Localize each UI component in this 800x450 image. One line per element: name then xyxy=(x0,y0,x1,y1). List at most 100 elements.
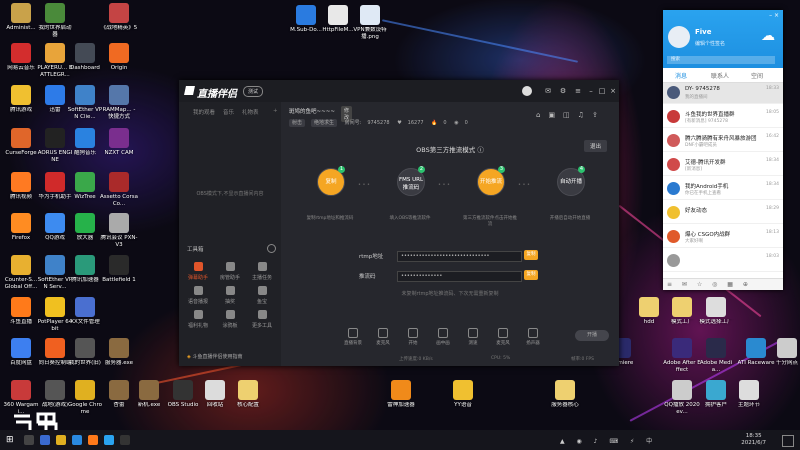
explorer-icon[interactable] xyxy=(56,435,66,445)
rtmp-field[interactable]: •••••••••••••••••••••••••••••• xyxy=(397,251,522,262)
notice-bar[interactable]: ◈ 斗鱼直播伴侣使用指南 xyxy=(187,353,277,360)
footer-icons[interactable]: ≡ ✉ ☆ ◎ ▦ ⊕ xyxy=(667,281,752,288)
add-tab-icon[interactable]: + xyxy=(273,108,278,114)
tool-item[interactable]: 弹幕助手 xyxy=(183,262,213,281)
bottom-tool[interactable]: 麦克风 xyxy=(371,328,395,346)
tray-icons[interactable]: ▲ ◉ ♪ ⌨ ⚡ 中 xyxy=(560,436,657,445)
desktop-icon[interactable]: 腾讯加速器 xyxy=(66,255,104,284)
tool-item[interactable]: 主播任务 xyxy=(247,262,277,281)
room-action-icons[interactable]: ⌂▣◫♫⇪ xyxy=(536,111,606,119)
bottom-tool[interactable]: 麦克风 xyxy=(491,328,515,346)
desktop-icon[interactable]: 腾讯游戏 xyxy=(2,85,40,114)
desktop-icon[interactable]: Adobe Media... xyxy=(697,338,735,373)
desktop-icon[interactable]: Origin xyxy=(100,43,138,72)
window-controls[interactable]: – × xyxy=(769,12,779,19)
desktop-icon[interactable]: 服务器.exe xyxy=(100,338,138,367)
chat-list-item[interactable]: 我的Android手机 你已在手机上查看 18:34 xyxy=(663,179,783,200)
bottom-tool[interactable]: 直播背景 xyxy=(341,328,365,346)
desktop-icon[interactable]: Administ... xyxy=(2,3,40,32)
desktop-icon[interactable]: XX文件管理 xyxy=(66,297,104,326)
desktop-icon[interactable]: 模式工厂 xyxy=(663,297,701,326)
desktop-icon[interactable]: Firefox xyxy=(2,213,40,242)
desktop-icon[interactable]: 我的世界启动器 xyxy=(36,3,74,38)
desktop-icon[interactable]: 模式选择工厂 xyxy=(697,297,735,326)
desktop-icon[interactable]: 腾讯会议 PXN-V3 xyxy=(100,213,138,248)
chat-list-item[interactable]: 艾德-腾讯开发群 [新消息] 18:34 xyxy=(663,155,783,176)
desktop-icon[interactable]: 新机.exe xyxy=(130,380,168,409)
category-tag[interactable]: 绝地求生 xyxy=(311,119,338,127)
desktop-icon[interactable]: Counter-S... Global Off... xyxy=(2,255,40,290)
profile-name[interactable]: Five xyxy=(695,28,712,36)
start-stream-button[interactable]: 开播 xyxy=(575,330,609,341)
minimize-icon[interactable]: – xyxy=(587,87,595,95)
desktop-icon[interactable]: Google Chrome xyxy=(66,380,104,415)
desktop-icon[interactable]: 雷神加速器 xyxy=(382,380,420,409)
stream-key-field[interactable]: •••••••••••••• xyxy=(397,271,522,282)
desktop-icon[interactable]: 百度网盘 xyxy=(2,338,40,367)
message-icon[interactable]: ✉ xyxy=(544,87,552,95)
desktop-icon[interactable]: 千分网点 xyxy=(768,338,800,367)
tab-gifts[interactable]: 礼物表 xyxy=(242,108,259,116)
start-icon[interactable]: ⊞ xyxy=(6,435,16,445)
tab-music[interactable]: 音乐 xyxy=(223,108,234,116)
qq-icon[interactable] xyxy=(104,435,114,445)
chat-list-item[interactable]: DY- 9745278 我的直播间 18:33 xyxy=(663,83,783,104)
tool-item[interactable]: 涂鸦板 xyxy=(215,310,245,329)
desktop-icon[interactable]: 核心配置 xyxy=(229,380,267,409)
bottom-tool[interactable]: 测速 xyxy=(461,328,485,346)
tool-item[interactable]: 语音播报 xyxy=(183,286,213,305)
menu-icon[interactable]: ≡ xyxy=(574,87,582,95)
tool-item[interactable]: 福利礼物 xyxy=(183,310,213,329)
desktop-icon[interactable]: WizTree xyxy=(66,172,104,201)
tool-item[interactable]: 鱼宝 xyxy=(247,286,277,305)
desktop-icon[interactable]: YY语音 xyxy=(444,380,482,409)
tab-space[interactable]: 空间 xyxy=(751,71,763,80)
chat-list-item[interactable]: 18:03 xyxy=(663,251,783,272)
user-avatar[interactable] xyxy=(522,86,532,96)
notification-icon[interactable] xyxy=(782,435,794,447)
chat-list-item[interactable]: 腾六腾骑腾有来舟风暴旅游团 DNF小霸吧成员 16:42 xyxy=(663,131,783,152)
avatar[interactable] xyxy=(668,26,690,48)
desktop-icon[interactable]: 服务器核心 xyxy=(546,380,584,409)
desktop-icon[interactable]: QQ播放 2020 ev... xyxy=(663,380,701,415)
desktop-icon[interactable]: CurseForge xyxy=(2,128,40,157)
desktop-icon[interactable]: Assetto Corsa Co... xyxy=(100,172,138,207)
bottom-tool[interactable]: 扬声器 xyxy=(521,328,545,346)
close-icon[interactable]: × xyxy=(609,87,617,95)
tab-messages[interactable]: 消息 xyxy=(675,71,687,80)
desktop-icon[interactable]: Battlefield 1 xyxy=(100,255,138,284)
obs-icon[interactable] xyxy=(120,435,130,445)
desktop-icon[interactable]: 我的世界(旧) xyxy=(66,338,104,367)
tab-contacts[interactable]: 联系人 xyxy=(711,71,729,80)
maximize-icon[interactable]: □ xyxy=(598,87,606,95)
tab-watching[interactable]: 我的观看 xyxy=(193,108,215,116)
search-icon[interactable] xyxy=(24,435,34,445)
taskview-icon[interactable] xyxy=(40,435,50,445)
category-tag[interactable]: 射击 xyxy=(289,119,306,127)
desktop-icon[interactable]: VPN兼数设特播.png xyxy=(351,5,389,40)
help-icon[interactable]: ⓘ xyxy=(477,146,484,154)
bottom-tool[interactable]: 开始 xyxy=(401,328,425,346)
chat-list-item[interactable]: 爆心 CSGO内战群 大家好啊 18:13 xyxy=(663,227,783,248)
clock[interactable]: 18:35 2021/6/7 xyxy=(741,433,766,447)
desktop-icon[interactable]: Adobe After Effect xyxy=(663,338,701,373)
desktop-icon[interactable]: 网易云音乐 xyxy=(2,43,40,72)
desktop-icon[interactable]: 酷狗音乐 xyxy=(66,128,104,157)
desktop-icon[interactable]: NZXT CAM xyxy=(100,128,138,157)
tool-item[interactable]: 更多工具 xyxy=(247,310,277,329)
search-input[interactable]: 搜索 xyxy=(667,56,775,64)
desktop-icon[interactable]: 《战地精英》5 xyxy=(100,3,138,32)
copy-key-button[interactable]: 复制 xyxy=(524,270,538,280)
desktop-icon[interactable]: SoftEther VPN Clie... xyxy=(66,85,104,120)
tool-item[interactable]: 房管助手 xyxy=(215,262,245,281)
desktop-icon[interactable]: 放大器 xyxy=(66,213,104,242)
copy-rtmp-button[interactable]: 复制 xyxy=(524,250,538,260)
chat-list-item[interactable]: 好友动态 18:29 xyxy=(663,203,783,224)
edge-icon[interactable] xyxy=(72,435,82,445)
desktop-icon[interactable]: 360 Wargami... xyxy=(2,380,40,415)
tool-item[interactable]: 抽奖 xyxy=(215,286,245,305)
desktop-icon[interactable]: 斗鱼直播 xyxy=(2,297,40,326)
profile-signature[interactable]: 编辑个性签名 xyxy=(695,40,725,47)
desktop-icon[interactable]: 主题环节 xyxy=(730,380,768,409)
bottom-tool[interactable]: 画中画 xyxy=(431,328,455,346)
